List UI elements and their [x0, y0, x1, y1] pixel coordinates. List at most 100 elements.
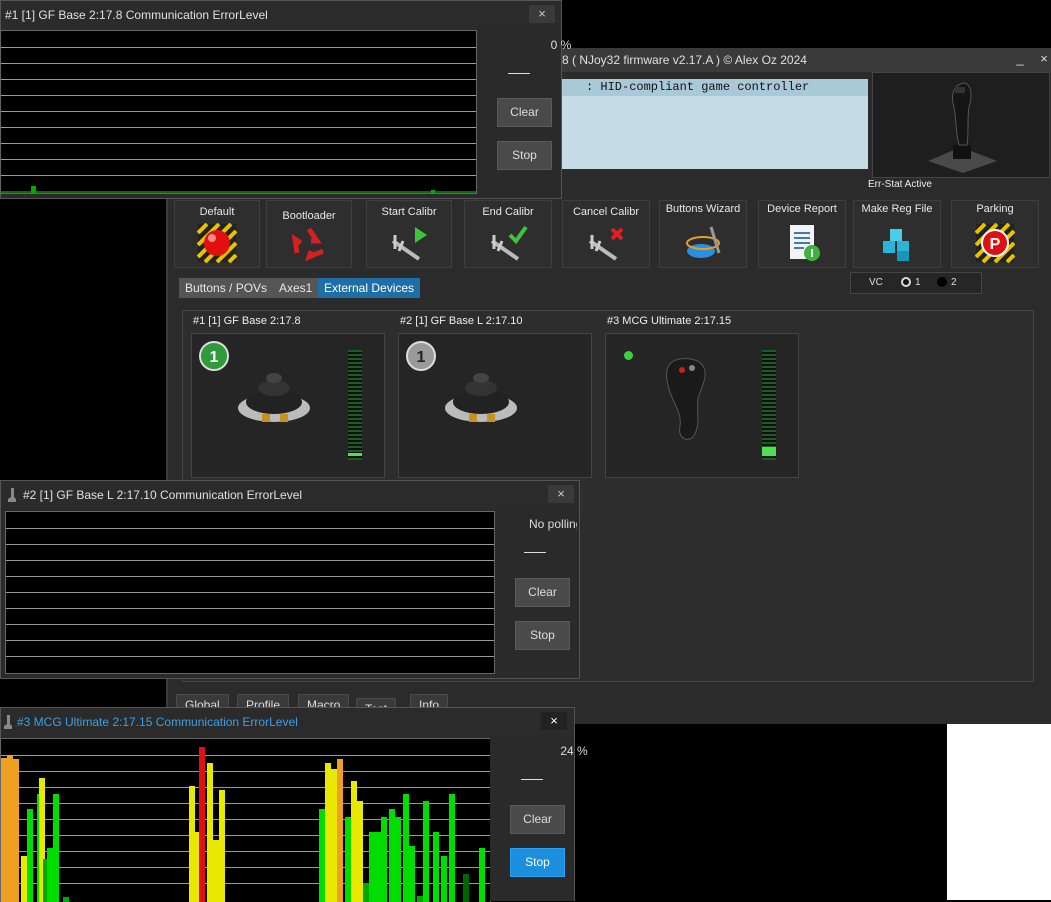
window-title: 8 ( NJoy32 firmware v2.17.A ) © Alex Oz …: [562, 53, 807, 67]
vc-selector: VC 1 2: [850, 272, 982, 294]
parking-label: Parking: [952, 203, 1038, 215]
buttons-wizard-label: Buttons Wizard: [660, 203, 746, 215]
tab-external-devices[interactable]: External Devices: [318, 278, 420, 298]
monitor-window-3: #3 MCG Ultimate 2:17.15 Communication Er…: [0, 707, 575, 901]
close-button[interactable]: ×: [1034, 50, 1051, 68]
red-ball-icon: [197, 223, 237, 263]
device-report-button[interactable]: Device Report: [758, 200, 846, 268]
vc-radio-2-label: 2: [951, 277, 957, 288]
recycle-icon: [289, 223, 329, 263]
monitor-2-titlebar: #2 [1] GF Base L 2:17.10 Communication E…: [1, 481, 579, 509]
wand-icon: [683, 223, 723, 263]
monitor-2-dash: [524, 552, 546, 553]
monitor-1-side-panel: 0 % Clear Stop: [477, 30, 561, 195]
tab-buttons-povs[interactable]: Buttons / POVs: [179, 278, 273, 298]
device-1-card[interactable]: 1: [191, 333, 385, 478]
error-level-bar: [441, 856, 447, 902]
monitor-3-title: #3 MCG Ultimate 2:17.15 Communication Er…: [1, 715, 298, 729]
minimize-button[interactable]: _: [1010, 50, 1030, 68]
monitor-1-titlebar: #1 [1] GF Base 2:17.8 Communication Erro…: [1, 1, 561, 29]
start-calibr-label: Start Calibr: [367, 206, 451, 218]
gf-base-joystick-icon: [234, 364, 314, 428]
error-level-bar: [13, 759, 19, 902]
monitor-2-side-panel: No polling Clear Stop: [495, 511, 577, 676]
caliper-check-icon: [488, 223, 528, 263]
caliper-cancel-icon: [586, 223, 626, 263]
number-badge-icon: 1: [405, 340, 437, 372]
error-level-bar: [199, 747, 205, 902]
monitor-3-graph: [0, 738, 491, 902]
monitor-window-2: #2 [1] GF Base L 2:17.10 Communication E…: [0, 480, 580, 679]
error-level-bar: [479, 848, 485, 902]
device-list-item[interactable]: : HID-compliant game controller: [562, 79, 868, 96]
vc-radio-2[interactable]: [937, 277, 947, 287]
parking-icon: P: [975, 223, 1015, 263]
parking-button[interactable]: Parking P: [951, 200, 1039, 268]
gf-base-l-joystick-icon: [441, 364, 521, 428]
monitor-2-close-button[interactable]: ×: [548, 485, 574, 503]
cubes-icon: [877, 223, 917, 263]
error-level-bar: [463, 874, 469, 902]
monitor-1-clear-button[interactable]: Clear: [497, 98, 552, 127]
tab-axes1[interactable]: Axes1: [273, 278, 318, 298]
buttons-wizard-button[interactable]: Buttons Wizard: [659, 200, 747, 268]
end-calibr-label: End Calibr: [465, 206, 551, 218]
number-badge-icon: 1: [198, 340, 230, 372]
device-preview: [872, 72, 1050, 178]
vc-radio-1[interactable]: [901, 277, 911, 287]
cancel-calibr-button[interactable]: Cancel Calibr: [562, 200, 650, 268]
error-level-bar: [53, 794, 59, 902]
default-label: Default: [175, 206, 259, 218]
device-1-level-meter: [348, 350, 362, 460]
error-level-bar: [409, 846, 415, 902]
monitor-window-1: #1 [1] GF Base 2:17.8 Communication Erro…: [0, 0, 562, 199]
error-level-bar: [381, 817, 387, 902]
device-3-title: #3 MCG Ultimate 2:17.15: [607, 315, 731, 327]
caliper-play-icon: [389, 223, 429, 263]
error-level-bar: [449, 794, 455, 902]
start-calibr-button[interactable]: Start Calibr: [366, 200, 452, 268]
err-stat-label: Err-Stat Active: [868, 179, 932, 190]
joystick-image-icon: [873, 73, 1049, 177]
error-level-bar: [433, 832, 439, 902]
bootloader-label: Bootloader: [267, 210, 351, 222]
svg-text:1: 1: [417, 349, 426, 366]
make-reg-file-label: Make Reg File: [854, 203, 940, 215]
monitor-2-title: #2 [1] GF Base L 2:17.10 Communication E…: [1, 488, 302, 502]
error-level-bar: [27, 809, 33, 902]
monitor-1-close-button[interactable]: ×: [529, 5, 555, 23]
joystick-small-icon: [3, 715, 13, 729]
device-list[interactable]: : HID-compliant game controller: [562, 79, 868, 169]
monitor-3-stop-button[interactable]: Stop: [510, 848, 565, 877]
monitor-3-close-button[interactable]: ×: [541, 712, 567, 730]
monitor-3-percent: 24 %: [532, 744, 616, 758]
make-reg-file-button[interactable]: Make Reg File: [853, 200, 941, 268]
monitor-1-graph: [0, 30, 477, 194]
device-list-item-label: : HID-compliant game controller: [562, 80, 809, 94]
device-3-level-meter: [762, 350, 776, 460]
monitor-3-titlebar: #3 MCG Ultimate 2:17.15 Communication Er…: [1, 708, 574, 736]
monitor-2-stop-button[interactable]: Stop: [515, 621, 570, 650]
vc-radio-1-label: 1: [915, 277, 921, 288]
end-calibr-button[interactable]: End Calibr: [464, 200, 552, 268]
error-level-bar: [219, 790, 225, 902]
monitor-1-stop-button[interactable]: Stop: [497, 141, 552, 170]
background-window-fragment: [947, 724, 1051, 900]
default-button[interactable]: Default: [174, 200, 260, 268]
error-level-bar: [395, 817, 401, 902]
error-level-bar: [423, 801, 429, 902]
monitor-2-graph: [5, 511, 495, 674]
svg-text:1: 1: [210, 349, 219, 366]
monitor-3-clear-button[interactable]: Clear: [510, 805, 565, 834]
cancel-calibr-label: Cancel Calibr: [563, 206, 649, 218]
bootloader-button[interactable]: Bootloader: [266, 200, 352, 268]
joystick-small-icon: [7, 488, 17, 502]
error-level-bar: [337, 759, 343, 902]
device-2-card[interactable]: 1: [398, 333, 592, 478]
monitor-1-title: #1 [1] GF Base 2:17.8 Communication Erro…: [1, 8, 268, 22]
report-icon: [782, 223, 822, 263]
device-3-card[interactable]: [605, 333, 799, 478]
vc-label: VC: [869, 277, 883, 288]
svg-text:P: P: [990, 236, 1001, 253]
monitor-2-clear-button[interactable]: Clear: [515, 578, 570, 607]
